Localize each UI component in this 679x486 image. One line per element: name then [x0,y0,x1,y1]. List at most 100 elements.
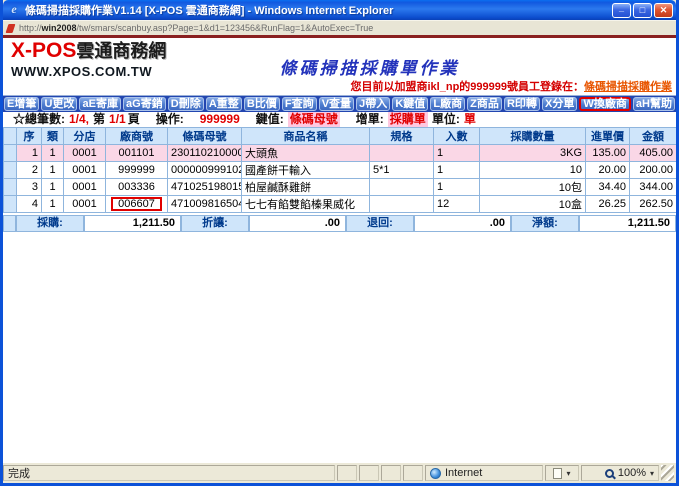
status-message: 完成 [8,465,30,481]
key-value: 條碼母號 [288,112,340,127]
key-label: 鍵值: [256,112,284,127]
ie-window: e 條碼掃描採購作業V1.14 [X-POS 雲通商務網] - Windows … [0,0,679,486]
toolbar-button-split-order[interactable]: X分單 [542,97,577,111]
toolbar-button-change-vendor[interactable]: W換廠商 [579,97,630,111]
purchase-total-value: 1,211.50 [84,215,181,232]
toolbar-button-send-stock[interactable]: aE寄庫 [79,97,121,111]
row-selector[interactable] [4,179,17,196]
discount-value: .00 [249,215,346,232]
resize-grip[interactable] [661,465,674,481]
ie-logo-icon: e [7,3,21,17]
header-spec: 規格 [370,128,434,145]
totals-row: 採購: 1,211.50 折讓: .00 退回: .00 淨額: 1,211.5… [3,215,676,232]
toolbar-button-import[interactable]: J帶入 [356,97,390,111]
cell-product-name: 柏屋鹹酥雞餅 [242,179,370,196]
cell-barcode: 2301102100000 [168,145,242,162]
table-row[interactable]: 4 1 0001 006607 4710098165043 七七有餡雙餡榛果威化… [4,196,677,213]
unit-value: 單 [464,112,476,127]
net-total-value: 1,211.50 [579,215,676,232]
toolbar-button-delete[interactable]: D刪除 [168,97,204,111]
page-value: 1/1 [109,112,126,127]
cell-seq: 1 [17,145,42,162]
header-seq: 序 [17,128,42,145]
discount-label: 折讓: [181,215,249,232]
toolbar-button-product[interactable]: Z商品 [467,97,502,111]
toolbar-button-key-value[interactable]: K鍵值 [392,97,428,111]
vendor-highlight-box: 006607 [111,197,162,211]
cell-amount: 405.00 [630,145,677,162]
cell-barcode: 0000009991026 [168,162,242,179]
cell-store: 0001 [64,196,106,213]
status-panel-spacer [359,465,379,481]
logo-main: X-POS [11,39,76,62]
toolbar-button-check-qty[interactable]: V查量 [319,97,354,111]
zoom-control[interactable]: 100% ▾ [581,465,659,481]
login-info: 您目前以加盟商ikl_np的999999號員工登錄在：條碼掃描採購作業 [351,78,673,94]
cell-barcode: 4710251980155 [168,179,242,196]
row-selector[interactable] [4,145,17,162]
table-row[interactable]: 1 1 0001 001101 2301102100000 大頭魚 1 3KG … [4,145,677,162]
cell-store: 0001 [64,162,106,179]
page-flag-icon [6,24,16,33]
cell-unit-price: 20.00 [586,162,630,179]
header-purchase-qty: 採購數量 [480,128,586,145]
logo-suffix: 雲通商務網 [76,41,166,61]
table-row[interactable]: 3 1 0001 003336 4710251980155 柏屋鹹酥雞餅 1 1… [4,179,677,196]
chevron-down-icon: ▾ [650,469,654,478]
minimize-button[interactable]: _ [612,3,631,18]
url-text[interactable]: http://win2008/tw/smars/scanbuy.asp?Page… [19,23,373,33]
page-label: 第 [93,112,105,127]
login-info-text: 您目前以加盟商ikl_np的999999號員工登錄在： [351,81,585,93]
toolbar-button-help[interactable]: aH幫助 [633,97,675,111]
title-bar: e 條碼掃描採購作業V1.14 [X-POS 雲通商務網] - Windows … [3,0,676,20]
cell-class: 1 [42,196,64,213]
table-row[interactable]: 2 1 0001 999999 0000009991026 國產餅干輸入 5*1… [4,162,677,179]
cell-barcode: 4710098165043 [168,196,242,213]
operator-label: 操作: [156,112,184,127]
address-bar[interactable]: http://win2008/tw/smars/scanbuy.asp?Page… [3,20,676,35]
page-content: X-POS雲通商務網 WWW.XPOS.COM.TW 條碼掃描採購單作業 您目前… [3,38,676,462]
toolbar-button-compare-price[interactable]: B比價 [244,97,280,111]
row-selector[interactable] [4,162,17,179]
net-total-label: 淨額: [511,215,579,232]
purchase-items-table: 序 類 分店 廠商號 條碼母號 商品名稱 規格 入數 採購數量 進單價 金額 1… [3,127,676,213]
close-button[interactable]: ✕ [654,3,673,18]
cell-purchase-qty: 10包 [480,179,586,196]
cell-units: 12 [434,196,480,213]
toolbar-button-refresh[interactable]: A重整 [206,97,242,111]
page-icon [553,468,562,479]
protected-mode-panel[interactable]: ▾ [545,465,579,481]
status-panel-spacer [381,465,401,481]
cell-vendor-boxed: 006607 [106,196,168,213]
toolbar-button-edit[interactable]: U更改 [41,97,77,111]
chevron-down-icon: ▾ [566,469,570,478]
login-module-link[interactable]: 條碼掃描採購作業 [584,81,672,93]
page-title: 條碼掃描採購單作業 [183,54,556,79]
cell-purchase-qty: 10盒 [480,196,586,213]
function-toolbar: E增筆 U更改 aE寄庫 aG寄銷 D刪除 A重整 B比價 F查詢 V查量 J帶… [3,95,676,112]
page-suffix: 頁 [128,112,140,127]
xpos-logo: X-POS雲通商務網 WWW.XPOS.COM.TW [11,40,166,80]
cell-units: 1 [434,179,480,196]
cell-units: 1 [434,162,480,179]
cell-amount: 200.00 [630,162,677,179]
cell-class: 1 [42,179,64,196]
header-unit-price: 進單價 [586,128,630,145]
page-header: X-POS雲通商務網 WWW.XPOS.COM.TW 條碼掃描採購單作業 您目前… [3,38,676,95]
toolbar-button-vendor[interactable]: L廠商 [430,97,465,111]
cell-product-name: 七七有餡雙餡榛果威化 [242,196,370,213]
add-order-value: 採購單 [388,112,428,127]
header-product-name: 商品名稱 [242,128,370,145]
row-selector[interactable] [4,196,17,213]
cell-unit-price: 135.00 [586,145,630,162]
header-barcode: 條碼母號 [168,128,242,145]
cell-seq: 2 [17,162,42,179]
toolbar-button-query[interactable]: F查詢 [282,97,317,111]
maximize-button[interactable]: □ [633,3,652,18]
cell-purchase-qty: 10 [480,162,586,179]
total-count-label: ☆總筆數: [13,112,65,127]
toolbar-button-add[interactable]: E增筆 [4,97,39,111]
toolbar-button-print-transfer[interactable]: R印轉 [504,97,540,111]
toolbar-button-send-sale[interactable]: aG寄銷 [123,97,166,111]
status-panel-spacer [403,465,423,481]
